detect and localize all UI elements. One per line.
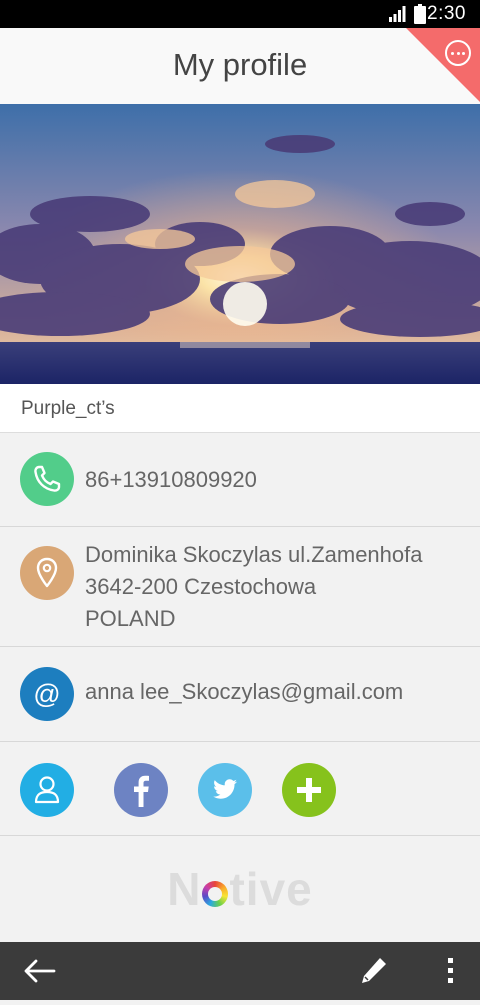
- signal-icon: [389, 6, 406, 22]
- twitter-icon[interactable]: [198, 763, 252, 817]
- social-row: [0, 742, 480, 836]
- logo-ring-icon: [202, 881, 229, 907]
- pencil-icon[interactable]: [356, 942, 392, 1000]
- more-vertical-icon[interactable]: [440, 942, 462, 1000]
- address-line-3: POLAND: [85, 606, 176, 631]
- more-horizontal-icon[interactable]: [445, 40, 471, 66]
- address: Dominika Skoczylas ul.Zamenhofa 3642-200…: [85, 539, 422, 635]
- at-sign-icon: @: [20, 667, 74, 721]
- status-time: 2:30: [427, 3, 466, 24]
- profile-name-row: Purple_ct’s: [0, 384, 480, 433]
- status-bar: 2:30: [0, 0, 480, 28]
- email-row[interactable]: @ anna lee_Skoczylas@gmail.com: [0, 647, 480, 742]
- phone-row[interactable]: 86+13910809920: [0, 433, 480, 527]
- location-pin-icon: [20, 546, 74, 600]
- cover-photo: [0, 104, 480, 384]
- corner-accent: [406, 28, 480, 102]
- email-address: anna lee_Skoczylas@gmail.com: [85, 679, 404, 704]
- back-arrow-icon[interactable]: [18, 942, 62, 1000]
- facebook-icon[interactable]: [114, 763, 168, 817]
- address-row[interactable]: Dominika Skoczylas ul.Zamenhofa 3642-200…: [0, 527, 480, 647]
- logo-text-end: tive: [229, 863, 313, 915]
- address-line-2: 3642-200 Czestochowa: [85, 574, 317, 599]
- profile-name: Purple_ct’s: [21, 398, 115, 419]
- phone-icon: [20, 452, 74, 506]
- logo-text-start: N: [167, 863, 202, 915]
- bottom-action-bar: [0, 942, 480, 1000]
- phone-number: 86+13910809920: [85, 467, 257, 492]
- app-header: My profile: [0, 28, 480, 104]
- battery-icon: [414, 4, 426, 24]
- person-icon[interactable]: [20, 763, 74, 817]
- plus-icon[interactable]: [282, 763, 336, 817]
- address-line-1: Dominika Skoczylas ul.Zamenhofa: [85, 542, 423, 567]
- svg-text:@: @: [33, 679, 60, 709]
- brand-logo: Ntive: [0, 862, 480, 916]
